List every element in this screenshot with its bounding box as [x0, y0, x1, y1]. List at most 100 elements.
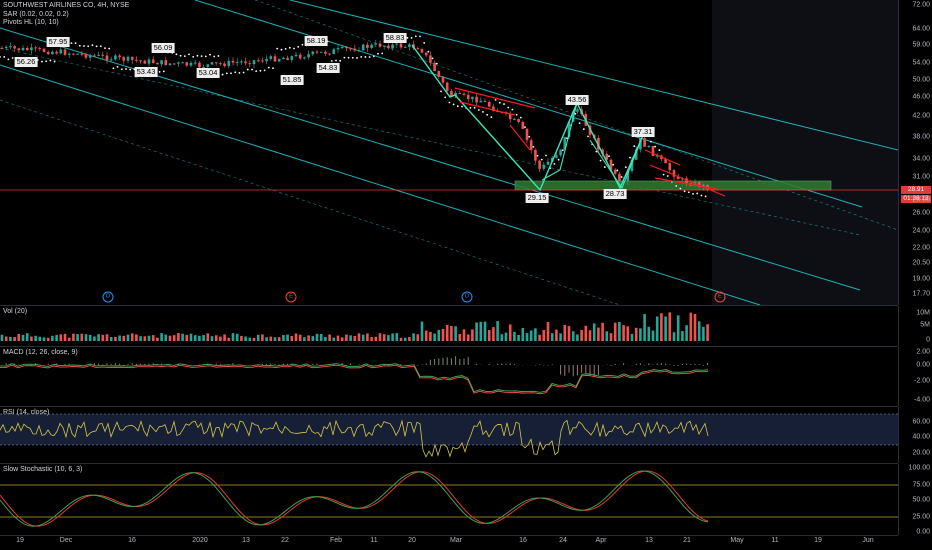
- macd-legend[interactable]: MACD (12, 26, close, 9): [3, 349, 78, 358]
- time-label: 19: [814, 537, 822, 544]
- candle-body: [651, 145, 655, 156]
- macd-axis[interactable]: 2.00 0.00 -2.00 -4.00: [898, 347, 932, 406]
- candle-body: [483, 100, 487, 102]
- sar-dot: [620, 176, 623, 178]
- price-plot[interactable]: [0, 0, 898, 305]
- price-axis[interactable]: 28.91 01:28:13 72.00 64.00 59.00 54.00 50.00…: [898, 0, 932, 305]
- sar-dot: [679, 187, 682, 190]
- candle-body: [546, 161, 550, 165]
- volume-bar: [76, 334, 79, 341]
- pivot-label-low[interactable]: 53.43: [134, 67, 158, 77]
- volume-bar: [147, 335, 151, 341]
- time-axis[interactable]: 19 Dec 16 2020 13 22 Feb 11 20 Mar 16 24 Apr 13 21 May 1…: [0, 535, 898, 550]
- volume-bar: [651, 330, 655, 341]
- sar-dot: [444, 96, 447, 99]
- candle-body: [21, 47, 25, 51]
- volume-bar: [97, 334, 100, 341]
- rsi-legend[interactable]: RSI (14, close): [3, 409, 49, 418]
- time-label: 13: [645, 537, 653, 544]
- volume-bar: [210, 336, 214, 341]
- volume-bar: [240, 335, 243, 341]
- pivot-label-low[interactable]: 53.04: [196, 68, 220, 78]
- volume-bar: [122, 335, 126, 341]
- volume-bar: [538, 334, 541, 341]
- dividend-marker[interactable]: D: [461, 291, 473, 303]
- volume-bar: [391, 333, 394, 341]
- sar-dot: [498, 101, 501, 104]
- candle-body: [395, 43, 399, 45]
- candle-body: [130, 56, 134, 60]
- candle-body: [332, 49, 336, 54]
- candle-body: [147, 59, 151, 64]
- axis-tick: -2.00: [914, 377, 930, 385]
- pivot-label-low[interactable]: 54.83: [316, 63, 340, 73]
- rsi-pane[interactable]: RSI (14, close): [0, 407, 898, 464]
- support-zone: [514, 180, 832, 191]
- candle-body: [366, 44, 369, 48]
- stoch-axis[interactable]: 100.00 75.00 50.00 25.00 0.00: [898, 464, 932, 536]
- macd-pane[interactable]: MACD (12, 26, close, 9): [0, 347, 898, 407]
- candle-body: [101, 54, 105, 56]
- pivot-label-low[interactable]: 51.85: [280, 75, 304, 85]
- dividend-marker[interactable]: D: [102, 291, 114, 303]
- candle-body: [252, 60, 256, 64]
- sar-dot: [330, 60, 333, 62]
- earnings-marker[interactable]: E: [714, 291, 726, 303]
- time-label: Feb: [329, 537, 343, 544]
- earnings-marker[interactable]: E: [285, 291, 297, 303]
- volume-bar: [189, 333, 193, 341]
- pivot-label-high[interactable]: 58.83: [383, 33, 407, 43]
- candle-body: [244, 61, 247, 64]
- volume-bar: [655, 316, 659, 341]
- volume-pane[interactable]: Vol (20): [0, 306, 898, 347]
- volume-bar: [42, 337, 46, 341]
- pivot-label-high[interactable]: 37.31: [631, 127, 655, 137]
- pivot-label-low[interactable]: 29.15: [525, 193, 549, 203]
- pivot-label-low[interactable]: 28.73: [603, 189, 627, 199]
- volume-axis[interactable]: 10M 5M 0: [898, 306, 932, 346]
- volume-bar: [177, 333, 180, 341]
- pivot-label-high[interactable]: 56.09: [151, 43, 175, 53]
- volume-bar: [508, 324, 512, 341]
- volume-legend[interactable]: Vol (20): [3, 308, 27, 317]
- price-tick: 34.00: [912, 155, 930, 163]
- price-tick: 26.00: [912, 209, 930, 217]
- pivot-label-low[interactable]: 56.26: [14, 57, 38, 67]
- candle-body: [126, 56, 130, 61]
- chart-root[interactable]: SOUTHWEST AIRLINES CO, 4H, NYSE SAR (0.0…: [0, 0, 932, 550]
- price-pane[interactable]: SOUTHWEST AIRLINES CO, 4H, NYSE SAR (0.0…: [0, 0, 898, 306]
- candle-body: [219, 63, 222, 65]
- candle-body: [261, 60, 264, 62]
- sar-dot: [284, 47, 287, 50]
- pivots-legend[interactable]: Pivots HL (10, 10): [3, 19, 129, 28]
- volume-bar: [609, 333, 613, 341]
- sar-dot: [351, 56, 354, 59]
- candle-body: [118, 55, 121, 58]
- rsi-axis[interactable]: 60.00 40.00 20.00: [898, 407, 932, 463]
- pivot-label-high[interactable]: 58.19: [304, 36, 328, 46]
- volume-bar: [357, 333, 361, 341]
- candle-body: [374, 43, 378, 45]
- stoch-legend[interactable]: Slow Stochastic (10, 6, 3): [3, 466, 82, 475]
- candle-body: [437, 71, 441, 77]
- stoch-pane[interactable]: Slow Stochastic (10, 6, 3): [0, 464, 898, 536]
- candle-body: [72, 53, 75, 55]
- volume-bar: [151, 335, 155, 341]
- candle-body: [227, 60, 231, 66]
- candle-body: [433, 62, 436, 72]
- pivot-label-high[interactable]: 57.95: [46, 37, 70, 47]
- sar-legend[interactable]: SAR (0.02, 0.02, 0.2): [3, 11, 129, 20]
- pivot-label-high[interactable]: 43.56: [565, 95, 589, 105]
- volume-bar: [286, 334, 289, 341]
- sar-dot: [473, 106, 476, 109]
- volume-bar: [4, 336, 8, 341]
- volume-bar: [202, 335, 205, 341]
- volume-bar: [689, 312, 693, 341]
- symbol-title[interactable]: SOUTHWEST AIRLINES CO, 4H, NYSE: [3, 2, 129, 11]
- volume-bar: [282, 335, 285, 341]
- volume-bar: [676, 315, 680, 341]
- volume-bar: [244, 336, 247, 341]
- volume-bar: [454, 326, 457, 341]
- candle-body: [286, 57, 289, 60]
- volume-bar: [328, 334, 331, 341]
